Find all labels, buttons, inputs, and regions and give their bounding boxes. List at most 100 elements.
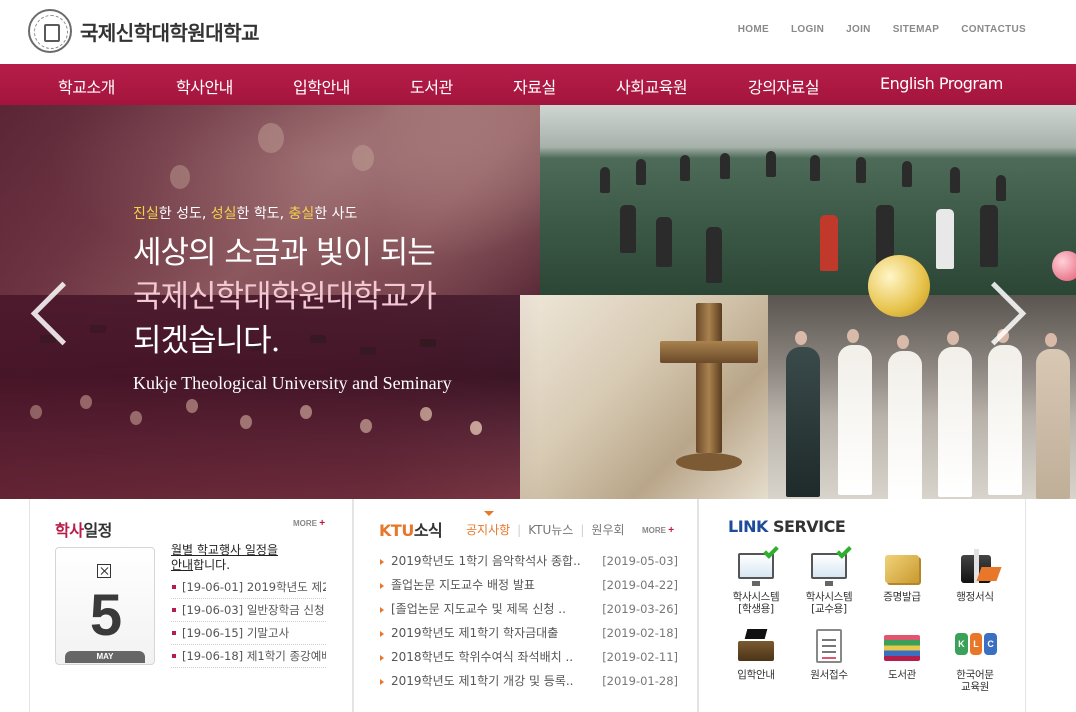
logo[interactable]: 국제신학대학원대학교	[28, 9, 260, 53]
bullet-icon	[172, 653, 176, 658]
person-figure	[902, 161, 912, 187]
person-figure	[980, 205, 998, 267]
nav-item-academics[interactable]: 학사안내	[176, 74, 233, 98]
calendar-widget[interactable]: 5 MAY	[55, 547, 155, 665]
person-figure	[706, 227, 722, 283]
singer-gown	[988, 345, 1022, 495]
schedule-more-link[interactable]: MORE +	[293, 518, 325, 529]
service-label: 행정서식	[956, 591, 994, 603]
news-item-date: [2019-02-18]	[602, 626, 678, 640]
nav-item-continuing-education[interactable]: 사회교육원	[616, 74, 688, 98]
sitemap-link[interactable]: SITEMAP	[893, 24, 940, 35]
service-label: 입학안내	[737, 669, 775, 681]
schedule-title: 학사일정	[55, 517, 112, 541]
schedule-item[interactable]: [19-06-03] 일반장학금 신청	[171, 599, 326, 622]
service-label: 한국어문 교육원	[956, 669, 994, 693]
hero-headline-line3: 되겠습니다.	[133, 323, 280, 359]
news-item[interactable]: 2019학년도 제1학기 개강 및 등록.. [2019-01-28]	[380, 669, 678, 693]
schedule-item[interactable]: [19-06-15] 기말고사	[171, 622, 326, 645]
link-service-title-accent: LINK	[728, 517, 768, 536]
tile-l: L	[969, 633, 983, 655]
calendar-month: MAY	[65, 651, 145, 663]
tab-student-council[interactable]: 원우회	[591, 521, 624, 538]
news-item-date: [2019-02-11]	[602, 650, 678, 664]
news-item[interactable]: 졸업논문 지도교수 배정 발표 [2019-04-22]	[380, 573, 678, 597]
schedule-item-text: [19-06-18] 제1학기 종강예배	[182, 649, 326, 663]
red-balloon	[1052, 251, 1076, 281]
schedule-intro-line2-rest: 합니다.	[193, 558, 231, 572]
contactus-link[interactable]: CONTACTUS	[961, 24, 1026, 35]
slide-next-arrow-icon[interactable]	[984, 277, 1024, 347]
news-item-title: 2018학년도 학위수여식 좌석배치 ..	[391, 650, 574, 664]
korean-language-center-link[interactable]: K L C 한국어문 교육원	[944, 627, 1006, 693]
motto-text: 한 성도,	[158, 206, 211, 222]
nav-item-library[interactable]: 도서관	[410, 74, 453, 98]
bullet-icon	[172, 630, 176, 635]
person-figure	[810, 155, 820, 181]
person-figure	[820, 215, 838, 271]
service-label: 증명발급	[883, 591, 921, 603]
motto-highlight: 진실	[133, 206, 159, 222]
tab-separator: |	[517, 522, 522, 537]
person-figure	[856, 157, 866, 183]
plus-icon: +	[668, 525, 675, 536]
news-tabs: 공지사항 | KTU뉴스 | 원우회	[466, 511, 625, 538]
home-link[interactable]: HOME	[738, 24, 769, 35]
join-link[interactable]: JOIN	[846, 24, 871, 35]
tile-k: K	[955, 633, 968, 655]
schedule-item-text: [19-06-03] 일반장학금 신청	[182, 603, 325, 617]
news-item-date: [2019-01-28]	[602, 674, 678, 688]
motto-text: 한 학도,	[236, 206, 289, 222]
schedule-item[interactable]: [19-06-01] 2019학년도 제2..	[171, 576, 326, 599]
student-system-link[interactable]: 학사시스템 [학생용]	[725, 543, 787, 615]
nav-item-lecture-materials[interactable]: 강의자료실	[748, 74, 820, 98]
news-more-link[interactable]: MORE +	[642, 525, 674, 536]
person-figure	[936, 209, 954, 269]
admissions-guide-link[interactable]: 입학안내	[725, 627, 787, 681]
cross-base	[676, 453, 742, 471]
gift-box-icon	[953, 549, 997, 587]
bullet-icon	[380, 582, 384, 589]
choir-photo	[768, 295, 1076, 499]
login-link[interactable]: LOGIN	[791, 24, 824, 35]
tab-notice[interactable]: 공지사항	[466, 511, 510, 538]
news-item[interactable]: [졸업논문 지도교수 및 제목 신청 .. [2019-03-26]	[380, 597, 678, 621]
faculty-system-link[interactable]: 학사시스템 [교수용]	[798, 543, 860, 615]
admin-forms-link[interactable]: 행정서식	[944, 549, 1006, 603]
cross-horizontal	[660, 341, 758, 363]
content-area: 학사일정 MORE + 5 MAY 월별 학교행사 일정을 안내합니다. [19…	[0, 499, 1076, 712]
person-figure	[600, 167, 610, 193]
schedule-intro-line2: 안내합니다.	[171, 558, 321, 573]
bullet-icon	[380, 606, 384, 613]
nav-item-admissions[interactable]: 입학안내	[293, 74, 350, 98]
news-title-accent: KTU	[379, 521, 414, 540]
nav-item-about[interactable]: 학교소개	[58, 74, 115, 98]
person-figure	[680, 155, 690, 181]
library-link[interactable]: 도서관	[871, 627, 933, 681]
news-item[interactable]: 2018학년도 학위수여식 좌석배치 .. [2019-02-11]	[380, 645, 678, 669]
more-label: MORE	[642, 526, 666, 535]
news-list: 2019학년도 1학기 음악학석사 종합.. [2019-05-03] 졸업논문 …	[380, 549, 678, 693]
nav-item-english-program[interactable]: English Program	[880, 74, 1003, 93]
schedule-title-rest: 일정	[83, 521, 112, 540]
link-service-title-rest: SERVICE	[767, 517, 846, 536]
monitor-check-icon	[807, 543, 852, 587]
slide-prev-arrow-icon[interactable]	[30, 277, 70, 347]
hero-headline-line2: 국제신학대학원대학교가	[133, 279, 437, 315]
news-item[interactable]: 2019학년도 1학기 음악학석사 종합.. [2019-05-03]	[380, 549, 678, 573]
bullet-icon	[380, 678, 384, 685]
certificate-link[interactable]: 증명발급	[871, 549, 933, 603]
application-link[interactable]: 원서접수	[798, 627, 860, 681]
hero-motto: 진실한 성도, 성실한 학도, 충실한 사도	[133, 203, 452, 223]
hero-text: 진실한 성도, 성실한 학도, 충실한 사도 세상의 소금과 빛이 되는 국제신…	[133, 203, 452, 394]
nav-item-resources[interactable]: 자료실	[513, 74, 556, 98]
schedule-intro-line1: 월별 학교행사 일정을	[171, 543, 278, 557]
tab-ktu-news[interactable]: KTU뉴스	[528, 521, 573, 538]
hero-headline-line1: 세상의 소금과 빛이 되는	[133, 235, 436, 271]
person-figure	[950, 167, 960, 193]
news-title-rest: 소식	[413, 521, 443, 540]
motto-highlight: 성실	[210, 206, 237, 222]
news-item[interactable]: 2019학년도 제1학기 학자금대출 [2019-02-18]	[380, 621, 678, 645]
tab-separator: |	[580, 522, 585, 537]
schedule-item[interactable]: [19-06-18] 제1학기 종강예배	[171, 645, 326, 668]
